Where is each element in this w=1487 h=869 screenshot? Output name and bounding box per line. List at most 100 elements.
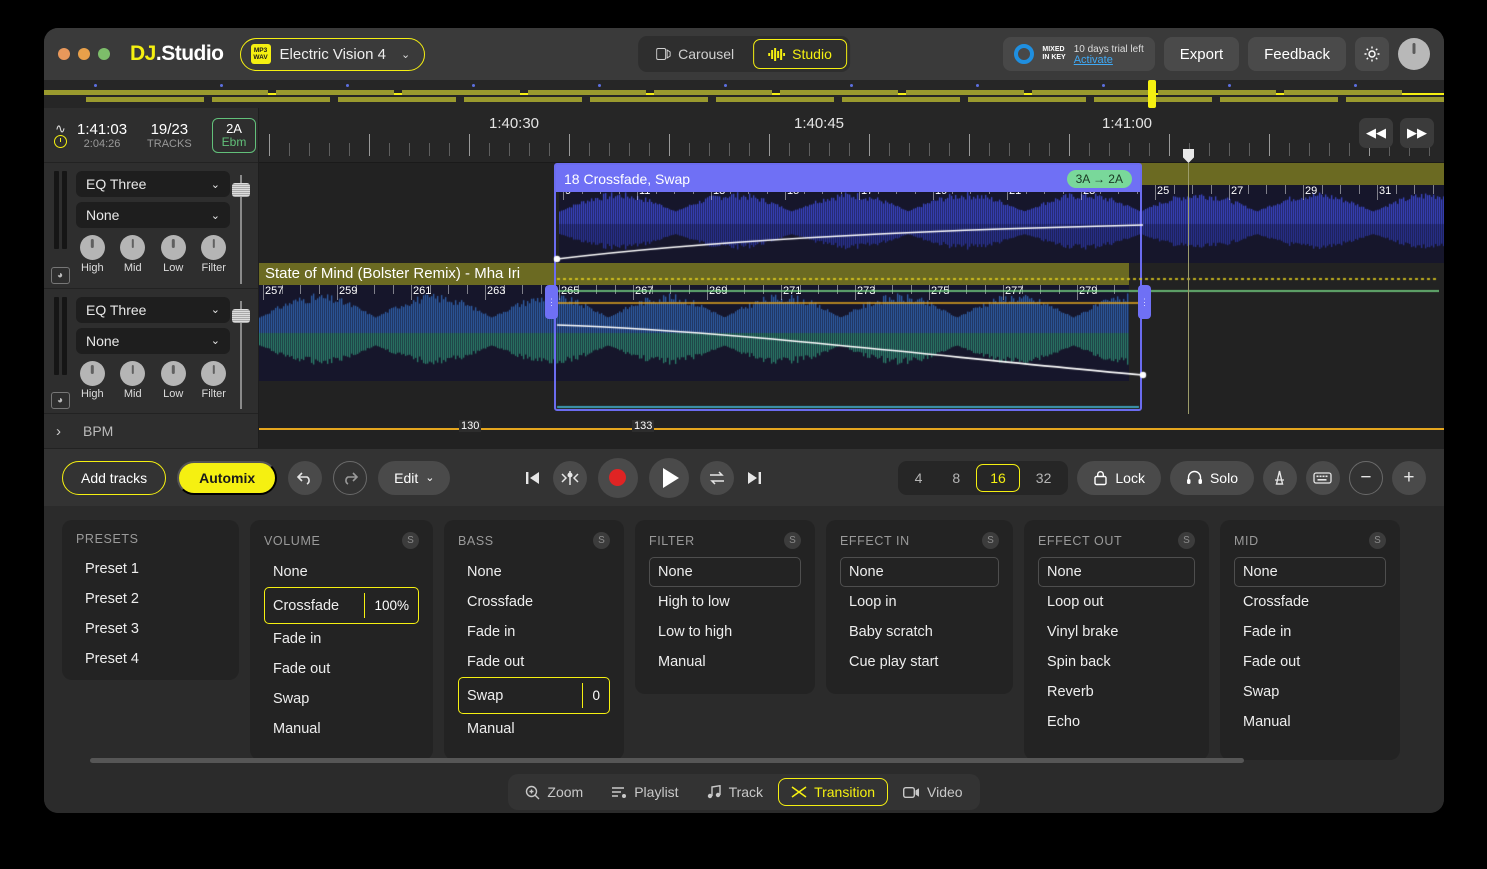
option-none[interactable]: None: [1038, 557, 1195, 587]
fast-forward-button[interactable]: ▶▶: [1400, 118, 1434, 148]
bar-option-4[interactable]: 4: [901, 464, 937, 492]
option-cue-play-start[interactable]: Cue play start: [840, 647, 999, 677]
option-none[interactable]: None: [458, 557, 610, 587]
fader-track[interactable]: [240, 175, 242, 284]
mixed-in-key-banner[interactable]: MIXED IN KEY 10 days trial left Activate: [1003, 37, 1154, 71]
option-fade-out[interactable]: Fade out: [264, 654, 419, 684]
knob-low-1[interactable]: Low: [157, 235, 190, 274]
option-fade-in[interactable]: Fade in: [458, 617, 610, 647]
option-fade-out[interactable]: Fade out: [1234, 647, 1386, 677]
feedback-button[interactable]: Feedback: [1248, 37, 1346, 71]
option-none[interactable]: None: [1234, 557, 1386, 587]
panel-sync-badge[interactable]: S: [982, 532, 999, 549]
knob-dial-icon[interactable]: [120, 235, 145, 260]
panel-sync-badge[interactable]: S: [1178, 532, 1195, 549]
knob-low-2[interactable]: Low: [157, 361, 190, 400]
channel-fader-2[interactable]: [230, 297, 252, 410]
skip-to-end-button[interactable]: [745, 470, 763, 486]
channel-fader-1[interactable]: [230, 171, 252, 284]
knob-filter-2[interactable]: Filter: [198, 361, 231, 400]
rewind-button[interactable]: ◀◀: [1359, 118, 1393, 148]
knob-dial-icon[interactable]: [161, 361, 186, 386]
option-swap[interactable]: Swap: [264, 684, 419, 714]
option-fade-in[interactable]: Fade in: [1234, 617, 1386, 647]
metronome-button[interactable]: [1263, 461, 1297, 495]
split-button[interactable]: [553, 461, 587, 495]
track-lane-b[interactable]: State of Mind (Bolster Remix) - Mha Iri …: [259, 263, 1444, 381]
eq-select-1[interactable]: EQ Three⌄: [76, 171, 230, 197]
expand-chevron-icon[interactable]: ›: [56, 423, 61, 440]
option-fade-in[interactable]: Fade in: [264, 624, 419, 654]
knob-high-1[interactable]: High: [76, 235, 109, 274]
option-none[interactable]: None: [840, 557, 999, 587]
undo-button[interactable]: [288, 461, 322, 495]
knob-mid-1[interactable]: Mid: [117, 235, 150, 274]
track-lane-a[interactable]: Never The Same feat. Sally Saifi - Origi…: [259, 163, 1444, 263]
panel-sync-badge[interactable]: S: [784, 532, 801, 549]
fader-track[interactable]: [240, 301, 242, 410]
close-window-button[interactable]: [58, 48, 70, 60]
knob-dial-icon[interactable]: [80, 361, 105, 386]
option-echo[interactable]: Echo: [1038, 707, 1195, 737]
option-high-to-low[interactable]: High to low: [649, 587, 801, 617]
option-crossfade[interactable]: Crossfade100%: [264, 587, 419, 624]
timeline[interactable]: 1:40:301:40:451:41:00 ◀◀ ▶▶ Never The Sa…: [259, 108, 1444, 448]
option-fade-out[interactable]: Fade out: [458, 647, 610, 677]
knob-filter-1[interactable]: Filter: [198, 235, 231, 274]
bar-option-16[interactable]: 16: [976, 464, 1020, 492]
knob-dial-icon[interactable]: [80, 235, 105, 260]
knob-dial-icon[interactable]: [120, 361, 145, 386]
option-reverb[interactable]: Reverb: [1038, 677, 1195, 707]
option-swap[interactable]: Swap0: [458, 677, 610, 714]
project-selector[interactable]: MP3WAV Electric Vision 4 ⌄: [240, 38, 426, 71]
panel-sync-badge[interactable]: S: [1369, 532, 1386, 549]
option-none[interactable]: None: [649, 557, 801, 587]
window-traffic-lights[interactable]: [58, 48, 110, 60]
add-tracks-button[interactable]: Add tracks: [62, 461, 166, 495]
avatar[interactable]: [1398, 38, 1430, 70]
option-low-to-high[interactable]: Low to high: [649, 617, 801, 647]
playhead[interactable]: [1188, 163, 1189, 414]
headphone-cue-button-1[interactable]: ◕: [51, 267, 70, 284]
keyboard-shortcuts-button[interactable]: [1306, 461, 1340, 495]
transition-left-handle[interactable]: ⋮: [545, 285, 558, 319]
option-manual[interactable]: Manual: [264, 714, 419, 744]
option-manual[interactable]: Manual: [458, 714, 610, 744]
tab-studio[interactable]: Studio: [753, 39, 847, 69]
option-loop-in[interactable]: Loop in: [840, 587, 999, 617]
lock-button[interactable]: Lock: [1077, 461, 1161, 495]
solo-button[interactable]: Solo: [1170, 461, 1254, 495]
bar-option-32[interactable]: 32: [1022, 464, 1066, 492]
edit-menu-button[interactable]: Edit ⌄: [378, 461, 450, 495]
footer-tab-video[interactable]: Video: [890, 778, 976, 806]
overview-playhead[interactable]: [1148, 80, 1156, 108]
horizontal-scrollbar[interactable]: [90, 758, 1244, 763]
zoom-out-button[interactable]: −: [1349, 461, 1383, 495]
option-baby-scratch[interactable]: Baby scratch: [840, 617, 999, 647]
bpm-automation-lane[interactable]: 130133: [259, 414, 1444, 448]
loop-button[interactable]: [700, 461, 734, 495]
activate-link[interactable]: Activate: [1074, 55, 1144, 66]
zoom-in-button[interactable]: +: [1392, 461, 1426, 495]
option-vinyl-brake[interactable]: Vinyl brake: [1038, 617, 1195, 647]
knob-high-2[interactable]: High: [76, 361, 109, 400]
option-preset-2[interactable]: Preset 2: [76, 584, 225, 614]
bar-option-8[interactable]: 8: [938, 464, 974, 492]
fader-handle[interactable]: [232, 309, 250, 323]
panel-sync-badge[interactable]: S: [593, 532, 610, 549]
option-manual[interactable]: Manual: [1234, 707, 1386, 737]
track-lanes[interactable]: Never The Same feat. Sally Saifi - Origi…: [259, 163, 1444, 414]
knob-dial-icon[interactable]: [201, 361, 226, 386]
option-none[interactable]: None: [264, 557, 419, 587]
footer-tab-playlist[interactable]: Playlist: [598, 778, 691, 806]
fader-handle[interactable]: [232, 183, 250, 197]
key-badge[interactable]: 2A Ebm: [212, 118, 257, 153]
skip-to-start-button[interactable]: [524, 470, 542, 486]
automix-button[interactable]: Automix: [177, 461, 277, 495]
tab-carousel[interactable]: Carousel: [641, 39, 749, 69]
headphone-cue-button-2[interactable]: ◕: [51, 392, 70, 409]
footer-tab-track[interactable]: Track: [694, 778, 776, 806]
time-ruler[interactable]: 1:40:301:40:451:41:00 ◀◀ ▶▶: [259, 108, 1444, 163]
option-crossfade[interactable]: Crossfade: [458, 587, 610, 617]
fx-select-1[interactable]: None⌄: [76, 202, 230, 228]
